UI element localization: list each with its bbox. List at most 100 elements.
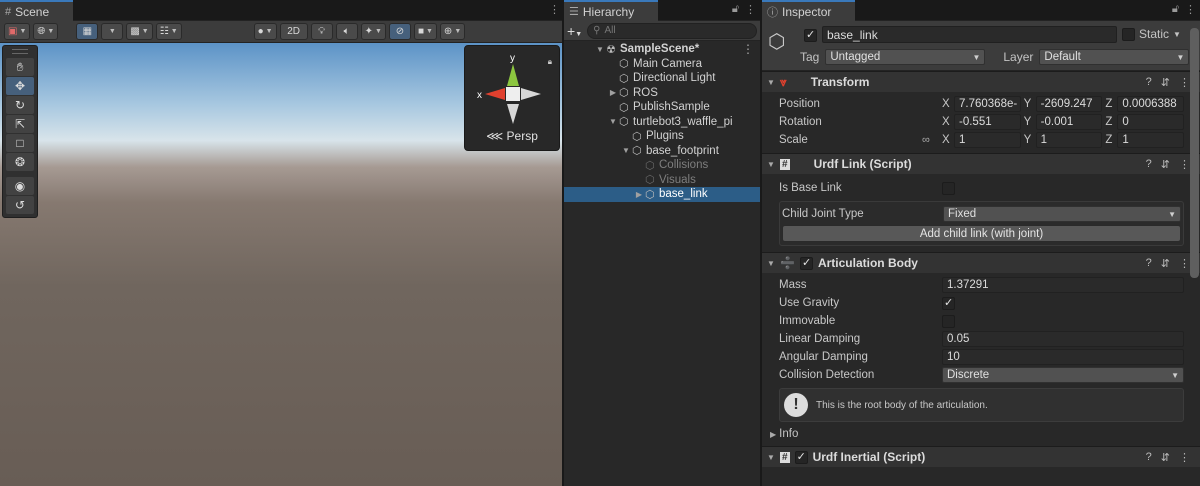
tab-hierarchy[interactable]: ☰ Hierarchy <box>564 0 659 21</box>
tag-dropdown[interactable]: Untagged ▼ <box>825 49 986 65</box>
expand-icon[interactable]: ▼ <box>607 117 619 126</box>
effects-button[interactable]: ✦ ▼ <box>360 23 386 40</box>
kebab-icon[interactable]: ⋮ <box>549 3 560 16</box>
position-x-field[interactable]: 7.760368e- <box>954 96 1021 112</box>
hierarchy-item[interactable]: ⬡ Collisions <box>564 158 760 173</box>
hierarchy-item[interactable]: ⬡ Main Camera <box>564 57 760 72</box>
immovable-checkbox[interactable] <box>942 314 955 328</box>
lock-icon[interactable]: 🔓︎ <box>1172 3 1179 16</box>
axis-x-label[interactable]: X <box>942 134 950 146</box>
help-icon[interactable]: ? <box>1146 257 1152 270</box>
scale-z-field[interactable]: 1 <box>1117 132 1185 148</box>
expand-icon[interactable]: ▼ <box>620 146 632 155</box>
urdf-inertial-enabled-checkbox[interactable] <box>794 450 808 464</box>
static-toggle[interactable]: Static ▼ <box>1122 27 1181 41</box>
axis-x-label[interactable]: X <box>942 98 950 110</box>
linear-damping-field[interactable]: 0.05 <box>942 331 1184 347</box>
tab-inspector[interactable]: ⓘ Inspector <box>762 0 856 21</box>
grid-snap-dropdown[interactable]: ▼ <box>101 23 124 40</box>
hierarchy-item[interactable]: ▼ ⬡ base_footprint <box>564 144 760 159</box>
preset-icon[interactable]: ⇵ <box>1161 76 1170 89</box>
gizmos-button[interactable]: ⊕ ▼ <box>439 23 466 40</box>
axis-z-label[interactable]: Z <box>1105 116 1113 128</box>
hierarchy-item[interactable]: ⬡ Directional Light <box>564 71 760 86</box>
kebab-icon[interactable]: ⋮ <box>1179 257 1190 270</box>
rotation-y-field[interactable]: -0.001 <box>1035 114 1103 130</box>
urdf-inertial-header[interactable]: ▼ # Urdf Inertial (Script) ? ⇵ ⋮ <box>762 447 1200 467</box>
shading-mode-button[interactable]: ● ▼ <box>253 23 277 40</box>
articulation-body-header[interactable]: ▼ ➗ Articulation Body ? ⇵ ⋮ <box>762 253 1200 273</box>
collision-detection-dropdown[interactable]: Discrete ▼ <box>942 367 1184 383</box>
scale-tool[interactable]: ⇱ <box>6 115 34 133</box>
transform-header[interactable]: ▼ ⩔ Transform ? ⇵ ⋮ <box>762 72 1200 92</box>
object-name-field[interactable]: base_link <box>822 26 1117 43</box>
active-checkbox[interactable] <box>804 28 817 42</box>
axis-z-label[interactable]: Z <box>1105 98 1113 110</box>
kebab-icon[interactable]: ⋮ <box>1179 158 1190 171</box>
hierarchy-item[interactable]: ⬡ PublishSample <box>564 100 760 115</box>
child-joint-dropdown[interactable]: Fixed ▼ <box>943 206 1181 222</box>
hierarchy-item[interactable]: ▶ ⬡ ROS <box>564 86 760 101</box>
move-tool[interactable]: ✥ <box>6 77 34 95</box>
inspector-scrollbar[interactable] <box>1190 28 1199 278</box>
orbit-tool[interactable]: ↺ <box>6 196 34 214</box>
use-gravity-checkbox[interactable] <box>942 296 955 310</box>
collapse-icon[interactable]: ▶ <box>633 190 645 199</box>
articulation-enabled-checkbox[interactable] <box>799 256 813 270</box>
layer-dropdown[interactable]: Default ▼ <box>1039 49 1190 65</box>
mass-field[interactable]: 1.37291 <box>942 277 1184 293</box>
rotation-x-field[interactable]: -0.551 <box>954 114 1021 130</box>
kebab-icon[interactable]: ⋮ <box>1179 76 1190 89</box>
preset-icon[interactable]: ⇵ <box>1161 451 1170 464</box>
grid-snap-button[interactable]: ▦ <box>76 23 99 40</box>
tab-scene[interactable]: # Scene <box>0 0 74 21</box>
axis-z-label[interactable]: Z <box>1105 134 1113 146</box>
chevron-down-icon[interactable]: ▼ <box>1173 30 1181 39</box>
global-button[interactable]: 🌐︎ ▼ <box>33 23 59 40</box>
axis-x-label[interactable]: X <box>942 116 950 128</box>
kebab-icon[interactable]: ⋮ <box>1185 3 1196 16</box>
grid-visibility-button[interactable]: ☷ ▼ <box>155 23 182 40</box>
scale-x-field[interactable]: 1 <box>954 132 1021 148</box>
expand-icon[interactable]: ▼ <box>594 45 606 54</box>
help-icon[interactable]: ? <box>1146 76 1152 89</box>
angular-damping-field[interactable]: 10 <box>942 349 1184 365</box>
transform-tool[interactable]: ❂ <box>6 153 34 171</box>
help-icon[interactable]: ? <box>1146 451 1152 464</box>
preset-icon[interactable]: ⇵ <box>1161 158 1170 171</box>
is-base-link-checkbox[interactable] <box>942 181 955 195</box>
lock-icon[interactable]: 🔓︎ <box>732 3 739 16</box>
add-child-link-button[interactable]: Add child link (with joint) <box>782 225 1181 242</box>
2d-toggle[interactable]: 2D <box>279 23 308 40</box>
axis-y-label[interactable]: Y <box>1024 116 1032 128</box>
hierarchy-item[interactable]: ⬡ Visuals <box>564 173 760 188</box>
persp-toggle[interactable]: ⋘ Persp <box>465 129 559 143</box>
kebab-icon[interactable]: ⋮ <box>742 42 754 56</box>
hierarchy-item[interactable]: ⬡ Plugins <box>564 129 760 144</box>
lighting-toggle[interactable]: 💡︎ <box>310 23 333 40</box>
orientation-gizmo[interactable]: 🔒︎ y x ⋘ Persp <box>464 45 560 151</box>
camera-button[interactable]: ■ ▼ <box>413 23 437 40</box>
add-button[interactable]: +▼ <box>567 23 582 39</box>
hierarchy-item[interactable]: ▶ ⬡ base_link <box>564 187 760 202</box>
rect-tool[interactable]: □ <box>6 134 34 152</box>
rotate-tool[interactable]: ↻ <box>6 96 34 114</box>
view-tool[interactable]: ◉ <box>6 177 34 195</box>
overlay-grip[interactable] <box>12 49 28 54</box>
scale-y-field[interactable]: 1 <box>1035 132 1103 148</box>
increment-snap-button[interactable]: ▩ ▼ <box>126 23 153 40</box>
position-y-field[interactable]: -2609.247 <box>1035 96 1103 112</box>
urdf-link-header[interactable]: ▼ # Urdf Link (Script) ? ⇵ ⋮ <box>762 154 1200 174</box>
position-z-field[interactable]: 0.0006388 <box>1117 96 1185 112</box>
info-foldout[interactable]: ▶ Info <box>770 426 1184 442</box>
link-icon[interactable]: ∞ <box>922 134 942 146</box>
static-checkbox[interactable] <box>1122 27 1135 41</box>
scene-root-item[interactable]: ▼ ☢ SampleScene* ⋮ <box>564 42 760 57</box>
help-icon[interactable]: ? <box>1146 158 1152 171</box>
axis-y-label[interactable]: Y <box>1024 98 1032 110</box>
preset-icon[interactable]: ⇵ <box>1161 257 1170 270</box>
audio-toggle[interactable]: 🔈︎ <box>335 23 358 40</box>
axis-y-label[interactable]: Y <box>1024 134 1032 146</box>
gameobject-icon[interactable]: ⬡ <box>768 29 785 54</box>
kebab-icon[interactable]: ⋮ <box>1179 451 1190 464</box>
